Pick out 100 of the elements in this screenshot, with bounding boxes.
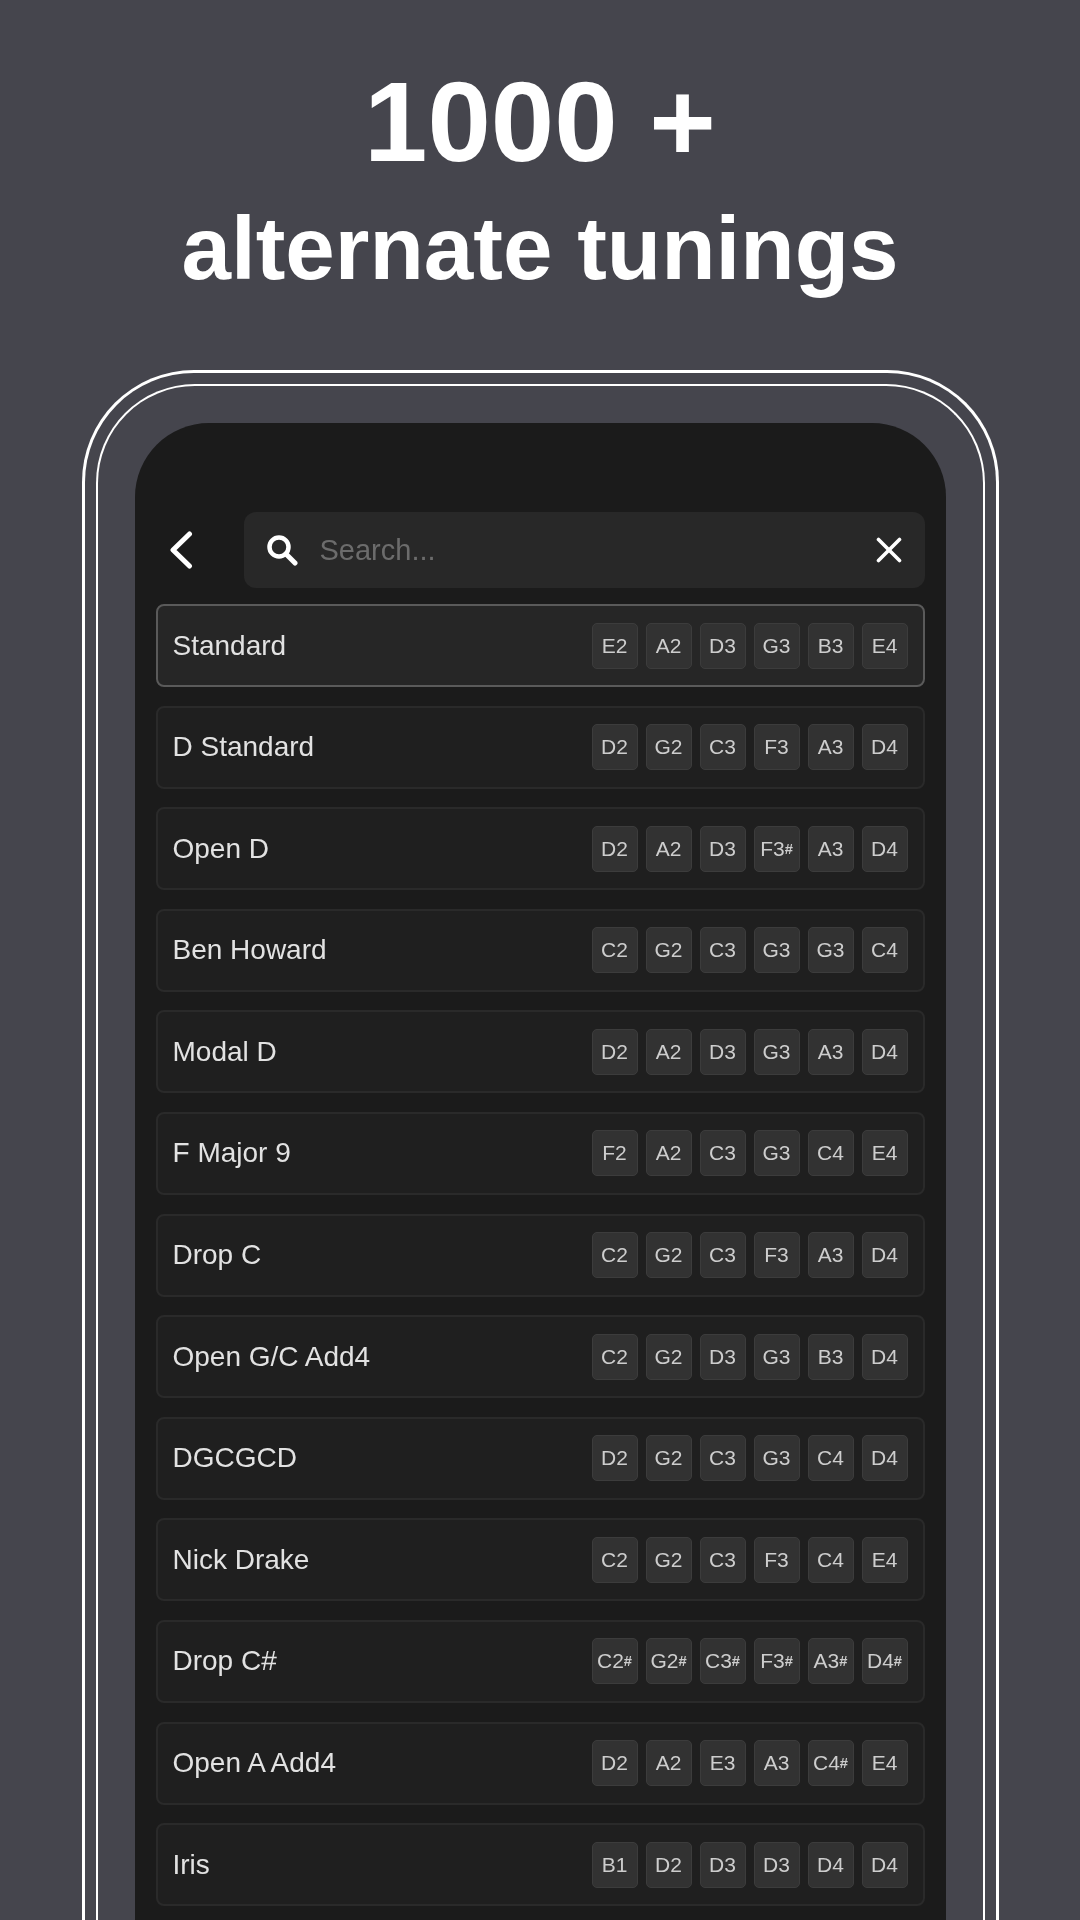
note-chip: D2 bbox=[591, 724, 638, 771]
note-chip: G2 bbox=[645, 724, 692, 771]
note-chip: E3 bbox=[699, 1740, 746, 1787]
note-chip: C3 bbox=[699, 724, 746, 771]
note-chip: D4 bbox=[861, 1028, 908, 1075]
note-chip: A2 bbox=[645, 1028, 692, 1075]
tuning-name: Nick Drake bbox=[172, 1543, 310, 1576]
note-chip: C3 bbox=[699, 1232, 746, 1279]
note-chip: E4 bbox=[861, 1740, 908, 1787]
tuning-name: F Major 9 bbox=[172, 1137, 291, 1170]
note-chip: D2 bbox=[591, 1435, 638, 1482]
note-chip: C3 bbox=[699, 1130, 746, 1177]
note-chip: C2 bbox=[591, 1333, 638, 1380]
note-chip: D3 bbox=[699, 1841, 746, 1888]
tuning-name: DGCGCD bbox=[172, 1442, 297, 1475]
note-chip: E4 bbox=[861, 622, 908, 669]
note-chip: C4 bbox=[861, 927, 908, 974]
note-chip: G3 bbox=[753, 927, 800, 974]
tuning-row[interactable]: F Major 9 F2 A2 C3 G3 C4 E4 bbox=[155, 1111, 925, 1195]
note-chip: D2 bbox=[591, 1740, 638, 1787]
note-chip: A2 bbox=[645, 622, 692, 669]
note-chip: D4 bbox=[861, 1435, 908, 1482]
note-chip: G2 bbox=[645, 1232, 692, 1279]
tuning-name: Standard bbox=[172, 629, 287, 662]
note-chip: D4 bbox=[861, 1841, 908, 1888]
note-chip: F3 bbox=[753, 724, 800, 771]
search-field[interactable]: Search... bbox=[243, 512, 925, 588]
note-chip: A3 bbox=[753, 1740, 800, 1787]
tuning-name: Modal D bbox=[172, 1035, 277, 1068]
note-chip: G3 bbox=[753, 622, 800, 669]
note-chip: C4 bbox=[807, 1130, 854, 1177]
note-chip: D3 bbox=[753, 1841, 800, 1888]
tuning-name: Open D bbox=[172, 832, 269, 865]
tuning-row[interactable]: Drop C C2 G2 C3 F3 A3 D4 bbox=[155, 1213, 925, 1297]
note-chip: G3 bbox=[753, 1435, 800, 1482]
note-chip: E4 bbox=[861, 1536, 908, 1583]
search-icon bbox=[265, 534, 298, 566]
tuning-row[interactable]: Iris B1 D2 D3 D3 D4 D4 bbox=[155, 1823, 925, 1907]
note-chip: D2 bbox=[645, 1841, 692, 1888]
note-chip: D3 bbox=[699, 825, 746, 872]
note-chip: C3 bbox=[699, 1536, 746, 1583]
tuning-row[interactable]: Modal D D2 A2 D3 G3 A3 D4 bbox=[155, 1010, 925, 1094]
note-chip: A2 bbox=[645, 1130, 692, 1177]
note-chip: E4 bbox=[861, 1130, 908, 1177]
note-chip: D4 bbox=[861, 1333, 908, 1380]
note-chip: A3 bbox=[807, 1232, 854, 1279]
note-chip: D4 bbox=[861, 724, 908, 771]
note-chip: G2 bbox=[645, 1536, 692, 1583]
note-chip: C3 bbox=[699, 927, 746, 974]
headline-title: 1000 + bbox=[364, 64, 716, 180]
tuning-row[interactable]: Standard E2 A2 D3 G3 B3 E4 bbox=[155, 604, 925, 687]
headline-subtitle: alternate tunings bbox=[181, 197, 899, 300]
search-input[interactable]: Search... bbox=[319, 530, 860, 570]
note-chip: B3 bbox=[807, 1333, 854, 1380]
note-chip: C2 bbox=[591, 927, 638, 974]
note-chip: F3 bbox=[753, 1536, 800, 1583]
note-chip: C4 bbox=[807, 1435, 854, 1482]
note-chip: D2 bbox=[591, 1028, 638, 1075]
close-icon bbox=[875, 537, 902, 563]
note-chip: D4 bbox=[861, 1232, 908, 1279]
note-chip: F3 bbox=[753, 1232, 800, 1279]
note-chip: G2 bbox=[645, 927, 692, 974]
note-chip: G3 bbox=[753, 1028, 800, 1075]
note-chip: A2 bbox=[645, 1740, 692, 1787]
note-chip: F2 bbox=[591, 1130, 638, 1177]
note-chip: D3 bbox=[699, 1028, 746, 1075]
tuning-name: Ben Howard bbox=[172, 934, 327, 967]
note-chip: D2 bbox=[591, 825, 638, 872]
note-chip: B3 bbox=[807, 622, 854, 669]
tuning-row[interactable]: Ben Howard C2 G2 C3 G3 G3 C4 bbox=[155, 908, 925, 992]
note-chip: A3 bbox=[807, 724, 854, 771]
tuning-row[interactable]: D Standard D2 G2 C3 F3 A3 D4 bbox=[155, 705, 925, 789]
note-chip: G2 bbox=[645, 1435, 692, 1482]
tuning-name: Open G/C Add4 bbox=[172, 1340, 371, 1373]
note-chip: E2 bbox=[591, 622, 638, 669]
note-chip: C3 bbox=[699, 1435, 746, 1482]
note-chip: D4 bbox=[807, 1841, 854, 1888]
chevron-left-icon bbox=[168, 531, 193, 569]
note-chip: B1 bbox=[591, 1841, 638, 1888]
tuning-row[interactable]: Open G/C Add4 C2 G2 D3 G3 B3 D4 bbox=[155, 1315, 925, 1399]
tuning-name: Drop C# bbox=[172, 1645, 277, 1678]
tuning-name: Open A Add4 bbox=[172, 1747, 336, 1780]
tuning-name: Drop C bbox=[172, 1239, 262, 1272]
tuning-row[interactable]: DGCGCD D2 G2 C3 G3 C4 D4 bbox=[155, 1416, 925, 1500]
tuning-name: Iris bbox=[172, 1848, 210, 1881]
note-chip: C2 bbox=[591, 1232, 638, 1279]
tuning-name: D Standard bbox=[172, 731, 315, 764]
note-chip: C4 bbox=[807, 1536, 854, 1583]
note-chip: D3 bbox=[699, 622, 746, 669]
note-chip: G3 bbox=[753, 1333, 800, 1380]
note-chip: G2 bbox=[645, 1333, 692, 1380]
note-chip: C2 bbox=[591, 1536, 638, 1583]
note-chip: D3 bbox=[699, 1333, 746, 1380]
note-chip: G3 bbox=[753, 1130, 800, 1177]
note-chip: A2 bbox=[645, 825, 692, 872]
tuning-row[interactable]: Nick Drake C2 G2 C3 F3 C4 E4 bbox=[155, 1518, 925, 1602]
note-chip: G3 bbox=[807, 927, 854, 974]
note-chip: A3 bbox=[807, 1028, 854, 1075]
note-chip: A3 bbox=[807, 825, 854, 872]
note-chip: D4 bbox=[861, 825, 908, 872]
